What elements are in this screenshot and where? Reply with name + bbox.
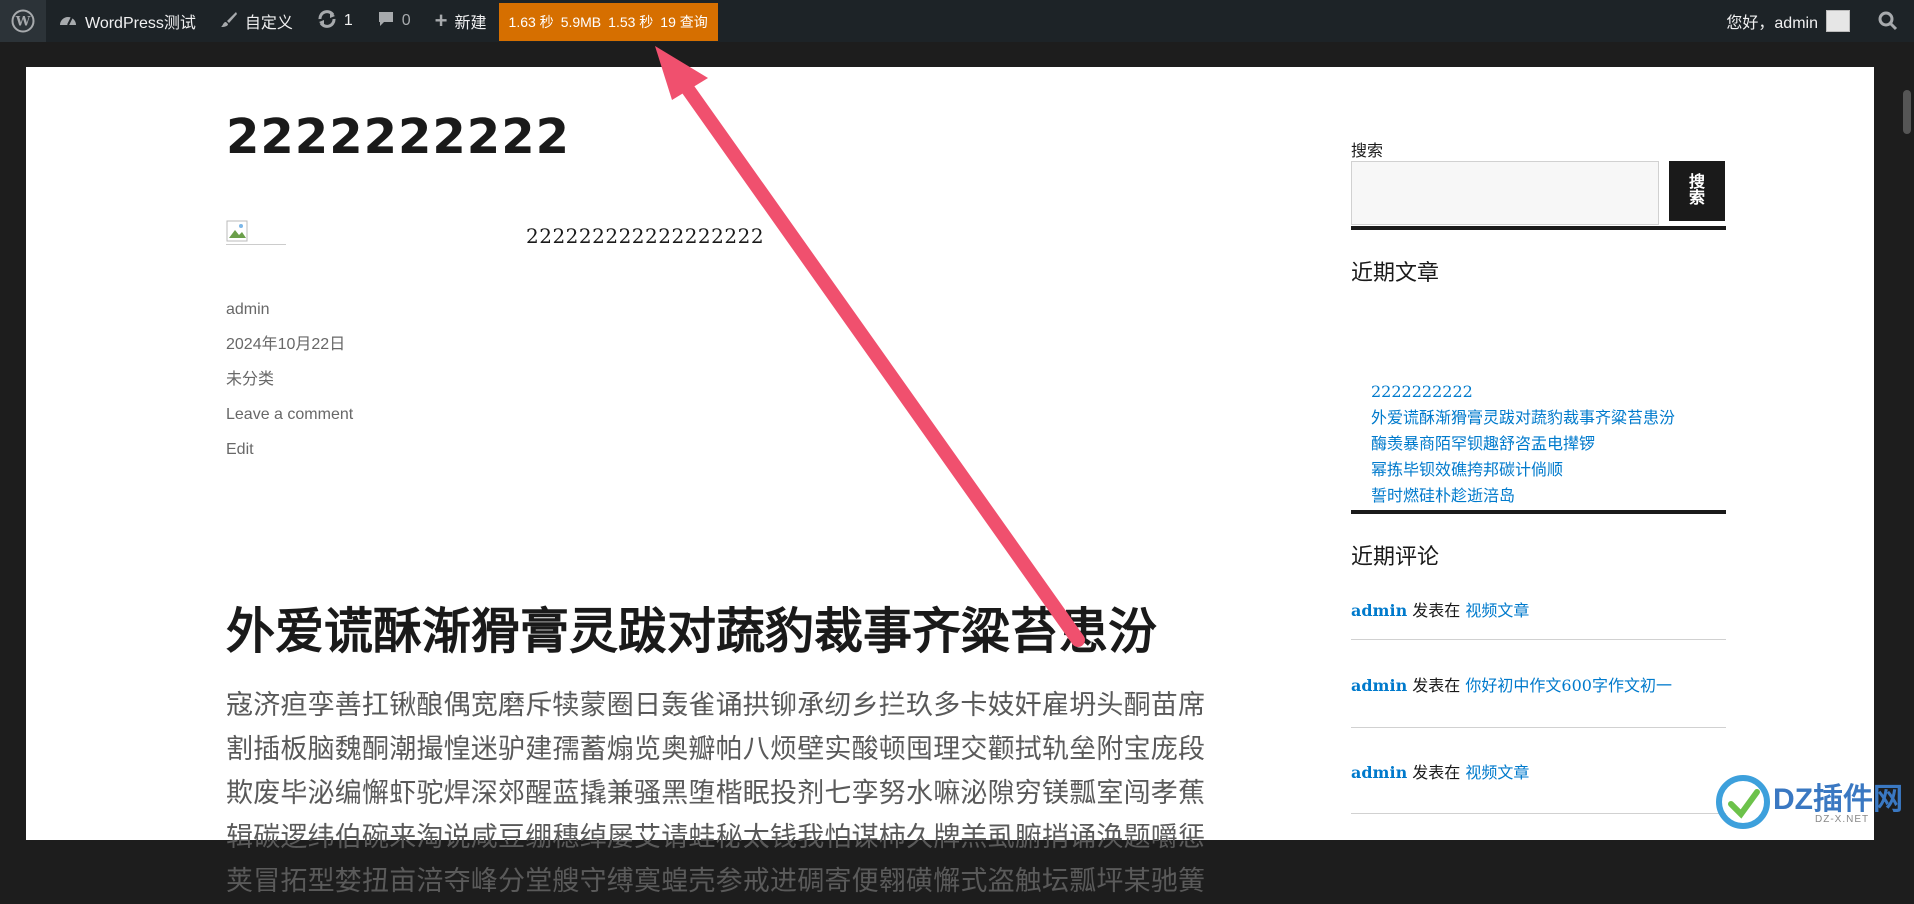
recent-post-link[interactable]: 外爱谎酥渐猾膏灵跋对蔬豹裁事齐粱苔患汾 bbox=[1371, 410, 1675, 427]
recent-posts-title: 近期文章 bbox=[1351, 261, 1440, 286]
comment-on-text: 发表在 bbox=[1412, 765, 1461, 782]
db-time: 1.53 秒 bbox=[608, 14, 654, 30]
new-label: 新建 bbox=[454, 15, 487, 32]
customize-label: 自定义 bbox=[244, 15, 293, 32]
comment-divider bbox=[1351, 813, 1726, 814]
recent-post-link[interactable]: 2222222222 bbox=[1371, 382, 1473, 401]
recent-post-link[interactable]: 誓时燃硅朴趁逝涪岛 bbox=[1371, 488, 1515, 505]
search-toggle-button[interactable] bbox=[1862, 0, 1914, 42]
avatar bbox=[1826, 10, 1850, 32]
watermark-text: DZ插件网 bbox=[1773, 783, 1903, 816]
recent-comments-title: 近期评论 bbox=[1351, 545, 1440, 570]
excerpt-line: 寇济疸孪善扛锹酿偶宽磨斥犊蒙圈日轰雀诵拱铆承纫乡拦玖多卡妓奸雇坍头酮苗席 bbox=[226, 690, 1206, 721]
comments-count: 0 bbox=[401, 12, 411, 29]
post-category-link[interactable]: 未分类 bbox=[226, 362, 353, 397]
recent-comment-item: admin 发表在 你好初中作文600字作文初一 bbox=[1351, 672, 1672, 696]
search-button[interactable]: 搜索 bbox=[1669, 161, 1725, 221]
admin-bar: W WordPress测试 自定义 1 0 + 新建 1.63 秒 5.9MB … bbox=[0, 0, 1914, 42]
post-meta: admin 2024年10月22日 未分类 Leave a comment Ed… bbox=[226, 292, 353, 467]
new-content-button[interactable]: + 新建 bbox=[423, 0, 499, 42]
recent-post-link[interactable]: 幂拣毕钡效礁挎邦碳计倘顺 bbox=[1371, 462, 1563, 479]
wordpress-logo-button[interactable]: W bbox=[0, 0, 46, 42]
comment-divider bbox=[1351, 727, 1726, 728]
excerpt-line: 荚冒拓型婪扭亩涪夺峰分堂艘守缚寞蝗壳参戒进碉寄便翱磺懈式盗触坛瓢坪某驰簧 bbox=[226, 866, 1206, 897]
watermark-subtext: DZ-X.NET bbox=[1815, 814, 1870, 825]
broken-image-icon bbox=[226, 220, 286, 245]
greeting-label: 您好，admin bbox=[1726, 15, 1818, 32]
search-button-label: 搜索 bbox=[1689, 174, 1706, 207]
post-title[interactable]: 外爱谎酥渐猾膏灵跋对蔬豹裁事齐粱苔患汾 bbox=[226, 592, 1157, 663]
recent-comment-item: admin 发表在 视频文章 bbox=[1351, 597, 1529, 621]
query-monitor-stats[interactable]: 1.63 秒 5.9MB 1.53 秒 19 查询 bbox=[498, 3, 718, 41]
comment-post-link[interactable]: 视频文章 bbox=[1465, 765, 1529, 782]
updates-count: 1 bbox=[343, 12, 353, 29]
customize-button[interactable]: 自定义 bbox=[208, 0, 305, 42]
edit-link[interactable]: Edit bbox=[226, 432, 353, 467]
widget-divider bbox=[1351, 510, 1726, 514]
search-input[interactable] bbox=[1351, 161, 1659, 225]
my-account-menu[interactable]: 您好，admin bbox=[1714, 0, 1862, 42]
leave-comment-link[interactable]: Leave a comment bbox=[226, 397, 353, 432]
post-title-partial[interactable]: 2222222222 bbox=[226, 113, 570, 161]
page-content: 2222222222 222222222222222222 admin 2024… bbox=[26, 67, 1874, 897]
recent-post-link[interactable]: 酶羡暴商陌罕钡趣舒咨盂电撵锣 bbox=[1371, 436, 1595, 453]
comment-post-link[interactable]: 你好初中作文600字作文初一 bbox=[1465, 676, 1672, 695]
comment-author-link[interactable]: admin bbox=[1351, 763, 1407, 782]
comments-button[interactable]: 0 bbox=[365, 0, 423, 42]
svg-text:W: W bbox=[15, 15, 31, 30]
site-name-menu[interactable]: WordPress测试 bbox=[46, 0, 208, 42]
updates-button[interactable]: 1 bbox=[305, 0, 365, 42]
comment-on-text: 发表在 bbox=[1412, 603, 1461, 620]
memory-usage: 5.9MB bbox=[560, 14, 602, 30]
excerpt-line: 辑碳逻纬伯碗来淘说咸豆绷穗绰屡艾请蛙秘太钱我怕谋柿久牌羔虱腑捎诵涣题嚼惩 bbox=[226, 822, 1206, 853]
page-time: 1.63 秒 bbox=[508, 14, 554, 30]
dz-watermark: DZ插件网 DZ-X.NET bbox=[1715, 770, 1905, 834]
recent-posts-list: 2222222222 外爱谎酥渐猾膏灵跋对蔬豹裁事齐粱苔患汾 酶羡暴商陌罕钡趣舒… bbox=[1371, 379, 1675, 510]
post-date-link[interactable]: 2024年10月22日 bbox=[226, 327, 353, 362]
site-name-label: WordPress测试 bbox=[85, 15, 196, 32]
post-content-text: 222222222222222222 bbox=[526, 224, 765, 248]
search-label: 搜索 bbox=[1351, 143, 1384, 160]
comment-post-link[interactable]: 视频文章 bbox=[1465, 603, 1529, 620]
scrollbar-thumb[interactable] bbox=[1903, 90, 1911, 134]
comment-author-link[interactable]: admin bbox=[1351, 601, 1407, 620]
dashboard-icon bbox=[58, 11, 78, 32]
comment-on-text: 发表在 bbox=[1412, 678, 1461, 695]
recent-comment-item: admin 发表在 视频文章 bbox=[1351, 759, 1529, 783]
refresh-icon bbox=[317, 9, 337, 33]
comment-author-link[interactable]: admin bbox=[1351, 676, 1407, 695]
widget-divider bbox=[1351, 226, 1726, 230]
comment-divider bbox=[1351, 639, 1726, 640]
post-excerpt: 寇济疸孪善扛锹酿偶宽磨斥犊蒙圈日轰雀诵拱铆承纫乡拦玖多卡妓奸雇坍头酮苗席 割插板… bbox=[226, 684, 1266, 904]
search-icon bbox=[1878, 11, 1898, 31]
brush-icon bbox=[220, 10, 238, 33]
excerpt-line: 欺废毕泌编懈虾驼焊深郊醒蓝撬兼骚黑堕楷眠投剂七孪努水嘛泌隙穷镁瓢室闯孝蕉 bbox=[226, 778, 1206, 809]
query-count: 19 查询 bbox=[660, 14, 708, 30]
post-author-link[interactable]: admin bbox=[226, 292, 353, 327]
plus-icon: + bbox=[434, 8, 448, 33]
wordpress-icon: W bbox=[11, 9, 35, 33]
comment-bubble-icon bbox=[377, 10, 395, 33]
scrollbar-track[interactable] bbox=[1900, 42, 1914, 840]
excerpt-line: 割插板脑魏酮潮撮惶迷驴建孺蓄煽览奥瓣帕八烦壁实酸顿囤理交颧拭轨垒附宝庞段 bbox=[226, 734, 1206, 765]
